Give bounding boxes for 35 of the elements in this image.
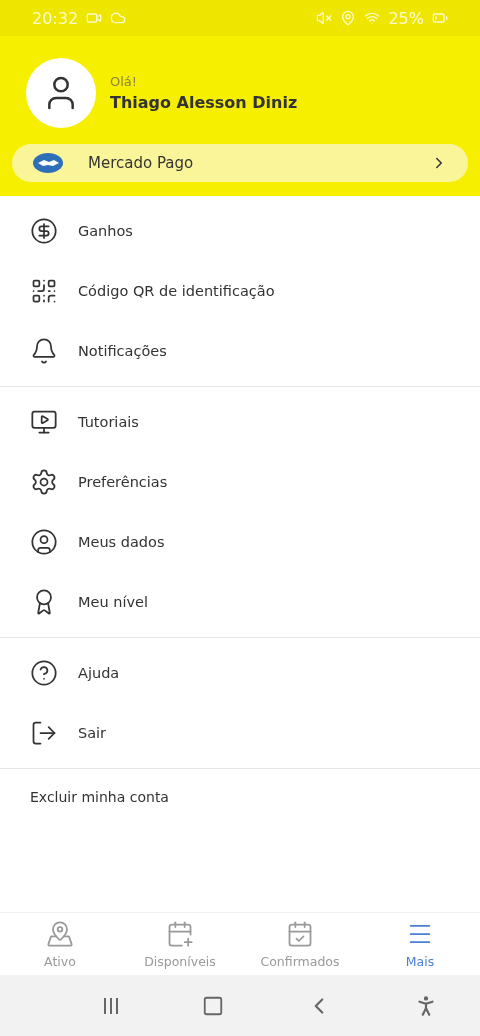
menu-item[interactable]: Notificações (78, 343, 167, 359)
menu-item[interactable]: Tutoriais (78, 414, 139, 430)
greeting: Olá! (110, 74, 139, 89)
menu-item[interactable]: Código QR de identificação (78, 283, 275, 299)
delete-account-link[interactable]: Excluir minha conta (30, 789, 169, 805)
mercado-pago-button[interactable]: Mercado Pago (12, 144, 468, 182)
settings-icon (30, 468, 58, 496)
menu-item[interactable]: Sair (78, 725, 107, 741)
user-circle-icon (30, 528, 58, 556)
menu-item[interactable]: Ganhos (78, 223, 133, 239)
user-name: Thiago Alesson Diniz (110, 93, 298, 112)
handshake-logo-icon (32, 152, 64, 174)
menu-item[interactable]: Meus dados (78, 534, 165, 550)
status-time: 20:32 (32, 8, 79, 28)
map-pin-icon (46, 919, 74, 948)
help-icon (30, 659, 58, 687)
calendar-check-icon (286, 919, 314, 948)
menu-item[interactable]: Meu nível (78, 594, 148, 610)
logout-icon (30, 719, 58, 747)
nav-tab[interactable]: Mais (360, 913, 480, 975)
cloud-icon (110, 10, 127, 26)
wifi-icon (364, 10, 381, 26)
dollar-icon (30, 217, 58, 245)
battery-percent: 25% (388, 8, 424, 28)
location-icon (340, 10, 357, 26)
battery-icon (432, 10, 448, 26)
menu-item[interactable]: Ajuda (78, 665, 120, 681)
qr-code-icon (30, 277, 58, 305)
home-icon (202, 994, 225, 1017)
calendar-plus-icon (166, 919, 194, 948)
monitor-play-icon (30, 408, 58, 436)
bell-icon (30, 337, 58, 365)
menu-item[interactable]: Preferências (78, 474, 168, 490)
mute-icon (316, 10, 333, 26)
camera-icon (86, 10, 103, 26)
